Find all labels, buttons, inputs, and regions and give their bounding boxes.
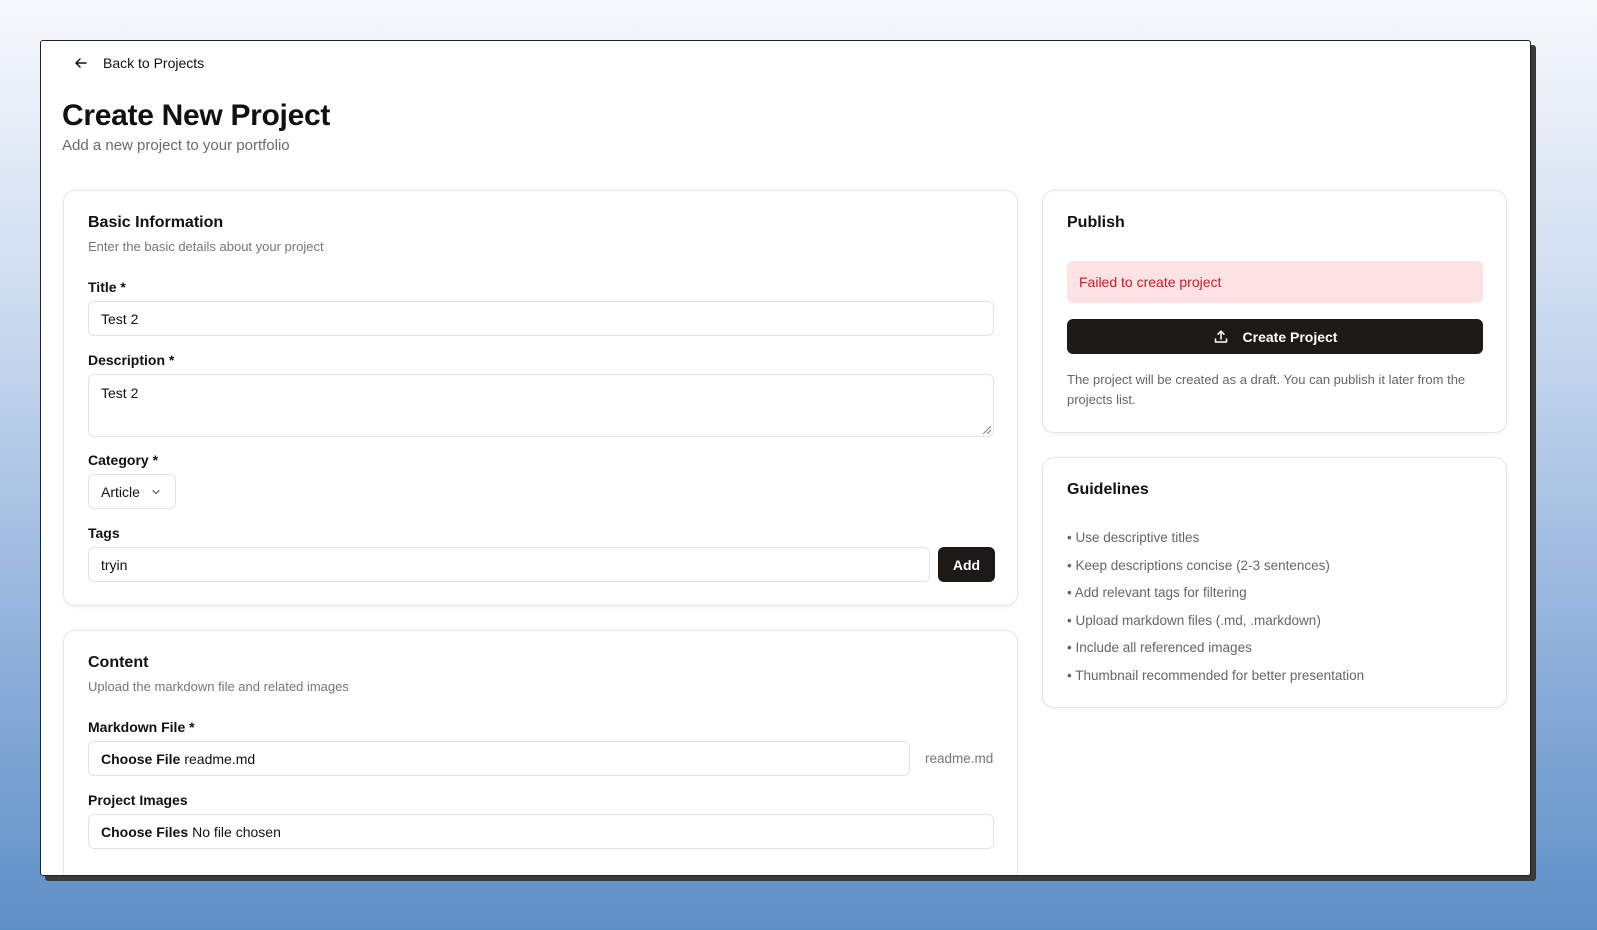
title-input[interactable]: Test 2 <box>88 301 994 336</box>
guidelines-list: • Use descriptive titles • Keep descript… <box>1067 524 1364 689</box>
description-textarea-value: Test 2 <box>101 385 139 401</box>
description-textarea[interactable]: Test 2 <box>88 374 994 437</box>
content-card: Content Upload the markdown file and rel… <box>63 630 1018 875</box>
content-title: Content <box>88 654 149 671</box>
tags-label: Tags <box>88 525 120 541</box>
add-tag-label: Add <box>952 556 981 573</box>
guideline-item: • Thumbnail recommended for better prese… <box>1067 667 1365 683</box>
add-tag-button[interactable]: Add <box>938 547 995 582</box>
back-label: Back to Projects <box>103 55 205 71</box>
app-window: Back to Projects Create New Project Add … <box>40 40 1531 876</box>
chevron-down-icon <box>152 489 160 494</box>
publish-card: Publish Failed to create project Create … <box>1042 190 1507 433</box>
tags-input[interactable]: tryin <box>88 547 930 582</box>
project-images-label: Project Images <box>88 792 188 808</box>
guideline-item: • Include all referenced images <box>1067 640 1252 655</box>
choose-files-button[interactable]: Choose Files <box>101 824 188 840</box>
title-label: Title * <box>88 279 126 295</box>
guideline-item: • Keep descriptions concise (2-3 sentenc… <box>1067 557 1330 573</box>
create-project-button[interactable]: Create Project <box>1067 319 1483 354</box>
resize-handle-icon[interactable] <box>983 426 991 434</box>
choose-file-button[interactable]: Choose File <box>101 751 180 767</box>
guideline-item: • Upload markdown files (.md, .markdown) <box>1067 612 1321 628</box>
title-input-value: Test 2 <box>101 310 139 327</box>
guideline-item: • Add relevant tags for filtering <box>1067 585 1247 600</box>
guidelines-card: Guidelines • Use descriptive titles • Ke… <box>1042 457 1507 708</box>
error-alert: Failed to create project <box>1067 261 1483 303</box>
page-title: Create New Project <box>62 99 331 132</box>
markdown-file-label: Markdown File * <box>88 719 195 735</box>
page-subtitle: Add a new project to your portfolio <box>62 137 290 154</box>
description-label: Description * <box>88 352 175 368</box>
create-project-label: Create Project <box>1242 328 1338 345</box>
guidelines-title: Guidelines <box>1067 481 1149 498</box>
markdown-filename-display: readme.md <box>925 751 994 766</box>
publish-title: Publish <box>1067 214 1125 231</box>
publish-note: The project will be created as a draft. … <box>1067 372 1466 407</box>
project-images-status: No file chosen <box>192 823 281 840</box>
category-select[interactable]: Article <box>88 474 176 509</box>
guideline-item: • Use descriptive titles <box>1067 530 1200 545</box>
category-select-value: Article <box>101 483 140 500</box>
basic-info-card: Basic Information Enter the basic detail… <box>63 190 1018 606</box>
tags-input-value: tryin <box>101 556 128 573</box>
project-images-input[interactable]: Choose Files No file chosen <box>88 814 994 849</box>
basic-info-title: Basic Information <box>88 214 224 231</box>
arrow-left-icon <box>75 58 87 68</box>
category-label: Category * <box>88 452 159 468</box>
error-message: Failed to create project <box>1079 274 1222 290</box>
markdown-file-name: readme.md <box>184 750 256 767</box>
back-to-projects-link[interactable]: Back to Projects <box>73 55 204 71</box>
content-description: Upload the markdown file and related ima… <box>88 679 349 694</box>
markdown-file-input[interactable]: Choose File readme.md <box>88 741 910 776</box>
basic-info-description: Enter the basic details about your proje… <box>88 239 324 254</box>
upload-icon <box>1214 329 1227 343</box>
